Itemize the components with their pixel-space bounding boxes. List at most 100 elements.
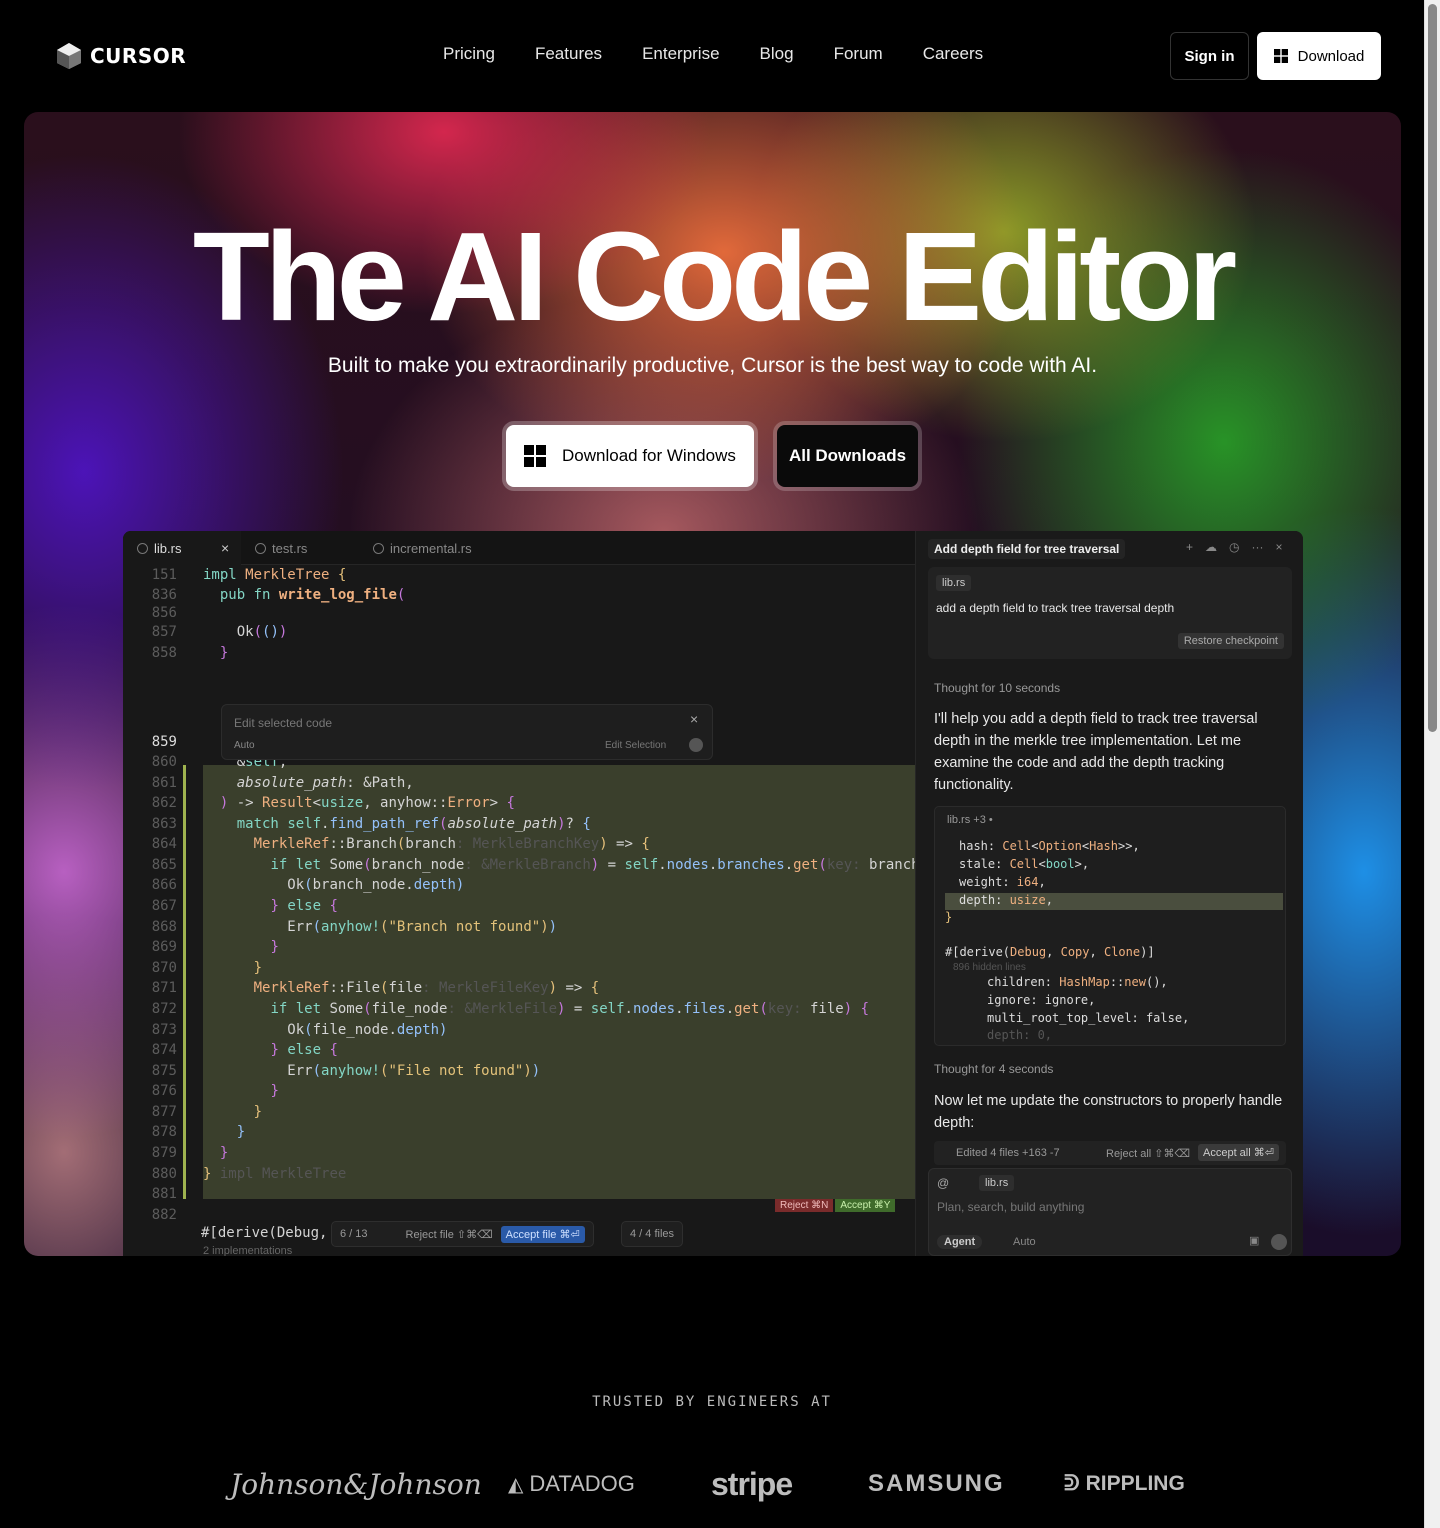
scrollbar-thumb[interactable] — [1428, 4, 1437, 732]
code-line: } — [236, 1124, 246, 1140]
code-line: stale: Cell<bool>, — [959, 857, 1090, 871]
close-icon[interactable]: × — [690, 711, 698, 727]
nav-link-careers[interactable]: Careers — [923, 44, 983, 64]
reject-all-button[interactable]: Reject all ⇧⌘⌫ — [1106, 1147, 1190, 1160]
tab-incremental-rs[interactable]: incremental.rs — [359, 531, 503, 565]
line-number: 861 — [151, 775, 177, 791]
rust-file-icon — [255, 542, 266, 554]
code-area[interactable]: 151 836 856 857 858 859 860 861 862 863 … — [123, 565, 928, 1256]
windows-icon — [524, 445, 546, 467]
line-number: 865 — [151, 857, 177, 873]
trusted-heading: TRUSTED BY ENGINEERS AT — [592, 1394, 832, 1410]
code-line: } — [270, 1083, 279, 1099]
mention-icon[interactable]: @ — [937, 1176, 949, 1190]
line-number: 866 — [151, 877, 177, 893]
plus-icon[interactable]: + — [1186, 540, 1193, 554]
logo-rippling-text: RIPPLING — [1085, 1472, 1185, 1495]
code-line: } impl MerkleTree — [203, 1166, 347, 1182]
line-number: 879 — [151, 1145, 177, 1161]
nav-link-blog[interactable]: Blog — [760, 44, 794, 64]
image-icon[interactable]: ▣ — [1249, 1234, 1259, 1247]
logo-stripe: stripe — [711, 1465, 793, 1502]
code-line: } — [219, 1145, 229, 1161]
mode-select[interactable]: Agent — [937, 1235, 983, 1249]
code-line: Err(anyhow!("File not found")) — [203, 1063, 541, 1079]
line-number: 872 — [151, 1001, 177, 1017]
nav-link-features[interactable]: Features — [535, 44, 602, 64]
customer-logos: Johnson&Johnson ◭ DATADOG stripe SAMSUNG… — [0, 1462, 1424, 1510]
logo-datadog: ◭ DATADOG — [508, 1462, 635, 1506]
hero-title: The AI Code Editor — [192, 206, 1237, 347]
tab-test-rs[interactable]: test.rs — [241, 531, 359, 565]
reject-change-button[interactable]: Reject ⌘N — [775, 1199, 834, 1212]
chat-composer[interactable]: @ lib.rs Plan, search, build anything Ag… — [928, 1168, 1292, 1256]
line-number: 862 — [151, 795, 177, 811]
rippling-mark-icon: ᕲ — [1064, 1472, 1080, 1495]
thought-indicator[interactable]: Thought for 10 seconds — [934, 681, 1060, 695]
send-icon[interactable] — [689, 738, 703, 752]
nav-link-forum[interactable]: Forum — [834, 44, 883, 64]
more-icon[interactable]: ··· — [1252, 540, 1264, 554]
context-chip[interactable]: lib.rs — [979, 1175, 1015, 1191]
cloud-icon[interactable]: ☁ — [1205, 540, 1217, 554]
header-download-button[interactable]: Download — [1257, 32, 1381, 80]
model-select[interactable]: Auto — [1013, 1236, 1036, 1248]
diff-review-bar: #[derive(Debug, Clone)] 2 implementation… — [123, 1219, 915, 1256]
line-number: 873 — [151, 1022, 177, 1038]
line-number: 874 — [151, 1042, 177, 1058]
nav-links: Pricing Features Enterprise Blog Forum C… — [443, 44, 983, 64]
chat-title: Add depth field for tree traversal — [928, 539, 1126, 559]
agent-panel: Add depth field for tree traversal + ☁ ◷… — [915, 531, 1303, 1256]
code-line: } — [270, 939, 279, 955]
agent-response: Now let me update the constructors to pr… — [934, 1093, 1283, 1131]
line-number: 858 — [151, 645, 177, 661]
all-downloads-button[interactable]: All Downloads — [777, 425, 918, 487]
tab-label: lib.rs — [154, 540, 182, 556]
hidden-lines-label[interactable]: 896 hidden lines — [953, 962, 1026, 973]
code-line: if let Some(branch_node: &MerkleBranch) … — [270, 857, 928, 873]
close-icon[interactable]: × — [1276, 540, 1283, 554]
accept-change-button[interactable]: Accept ⌘Y — [835, 1199, 896, 1212]
restore-checkpoint-button[interactable]: Restore checkpoint — [1177, 633, 1284, 649]
line-number: 875 — [151, 1063, 177, 1079]
edited-summary[interactable]: Edited 4 files +163 -7 — [956, 1147, 1060, 1159]
diff-counter: 6 / 13 — [340, 1228, 368, 1240]
line-number: 856 — [151, 605, 177, 621]
history-icon[interactable]: ◷ — [1229, 540, 1239, 554]
thought-indicator[interactable]: Thought for 4 seconds — [934, 1062, 1053, 1076]
accept-file-button[interactable]: Accept file ⌘⏎ — [500, 1225, 585, 1243]
line-number: 836 — [151, 587, 177, 603]
line-number: 871 — [151, 980, 177, 996]
nav-link-pricing[interactable]: Pricing — [443, 44, 495, 64]
agent-response: I'll help you add a depth field to track… — [934, 711, 1258, 793]
page-scrollbar[interactable] — [1424, 0, 1440, 1528]
snippet-header[interactable]: lib.rs +3 • — [947, 814, 993, 826]
diff-navigator[interactable]: 6 / 13 Reject file ⇧⌘⌫ Accept file ⌘⏎ — [331, 1221, 594, 1247]
sign-in-button[interactable]: Sign in — [1170, 32, 1249, 80]
code-line: impl MerkleTree { — [203, 567, 347, 583]
implementations-hint[interactable]: 2 implementations — [203, 1245, 292, 1256]
cursor-logo-icon — [57, 43, 81, 69]
code-line: } — [253, 1104, 263, 1120]
file-navigator[interactable]: 4 / 4 files — [621, 1221, 684, 1247]
context-chip[interactable]: lib.rs — [936, 575, 972, 591]
model-select[interactable]: Auto — [234, 740, 255, 751]
chat-input[interactable]: Plan, search, build anything — [937, 1200, 1084, 1214]
reject-file-button[interactable]: Reject file ⇧⌘⌫ — [406, 1228, 493, 1241]
accept-all-button[interactable]: Accept all ⌘⏎ — [1198, 1144, 1279, 1161]
code-line: multi_root_top_level: false, — [987, 1011, 1190, 1025]
close-icon[interactable]: × — [221, 540, 229, 556]
edit-mode-select[interactable]: Edit Selection — [605, 740, 666, 751]
nav-link-enterprise[interactable]: Enterprise — [642, 44, 719, 64]
code-line: pub fn write_log_file( — [219, 587, 406, 603]
tab-lib-rs[interactable]: lib.rs × — [123, 531, 241, 565]
inline-edit-input[interactable]: Edit selected code — [234, 716, 332, 730]
send-icon[interactable] — [1271, 1234, 1287, 1250]
code-line: } else { — [270, 898, 338, 914]
inline-edit-box[interactable]: Edit selected code × Auto Edit Selection — [221, 704, 713, 760]
brand-logo[interactable]: CURSOR — [56, 42, 186, 70]
line-number: 859 — [151, 734, 177, 750]
download-windows-button[interactable]: Download for Windows — [506, 425, 754, 487]
datadog-dog-icon: ◭ — [508, 1473, 524, 1496]
tab-label: incremental.rs — [390, 540, 472, 556]
